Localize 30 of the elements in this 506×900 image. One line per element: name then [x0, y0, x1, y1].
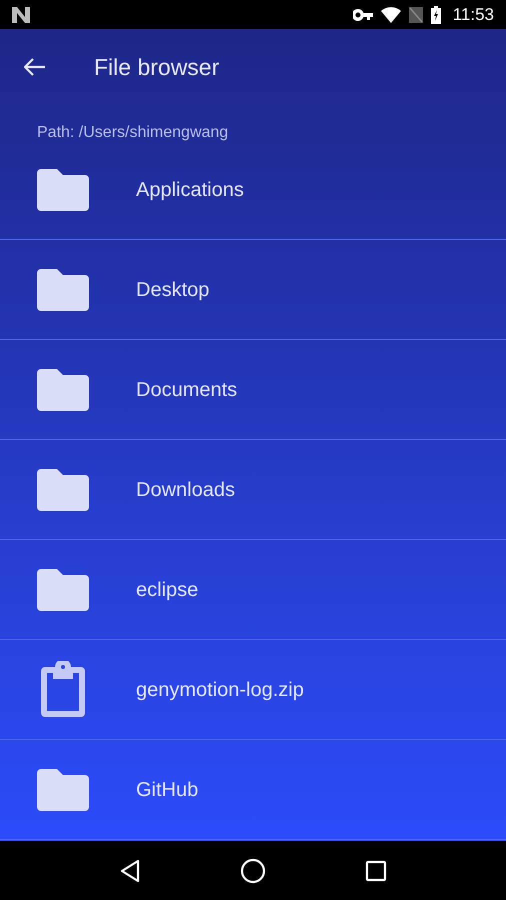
file-list-item[interactable]: GitHub: [0, 740, 506, 840]
file-list-item[interactable]: genymotion-log.zip: [0, 640, 506, 740]
file-list-item[interactable]: Desktop: [0, 240, 506, 340]
file-name: Applications: [136, 178, 244, 202]
folder-icon: [36, 468, 88, 510]
folder-icon: [36, 368, 88, 410]
folder-icon: [36, 268, 88, 310]
folder-icon: [36, 568, 88, 610]
n-logo-icon: [12, 6, 30, 22]
current-path: Path: /Users/shimengwang: [37, 124, 228, 141]
folder-icon: [36, 168, 88, 210]
key-icon: [352, 8, 373, 20]
file-name: Downloads: [136, 478, 235, 502]
file-list-item[interactable]: Applications: [0, 140, 506, 240]
folder-icon: [36, 768, 88, 810]
battery-icon: [430, 6, 441, 24]
back-arrow-icon: [24, 58, 46, 76]
file-name: Documents: [136, 378, 238, 402]
clock-time: 11:53: [452, 4, 494, 26]
window-title: File browser: [94, 52, 220, 82]
file-list-item[interactable]: Documents: [0, 340, 506, 440]
file-name: Desktop: [136, 278, 210, 302]
clipboard-icon: [38, 660, 86, 718]
file-name: eclipse: [136, 578, 198, 602]
wifi-icon: [380, 6, 401, 22]
file-list-item[interactable]: eclipse: [0, 540, 506, 640]
no-signal-icon: [408, 6, 423, 22]
file-name: GitHub: [136, 778, 198, 802]
file-name: genymotion-log.zip: [136, 678, 304, 702]
file-list-item[interactable]: Downloads: [0, 440, 506, 540]
